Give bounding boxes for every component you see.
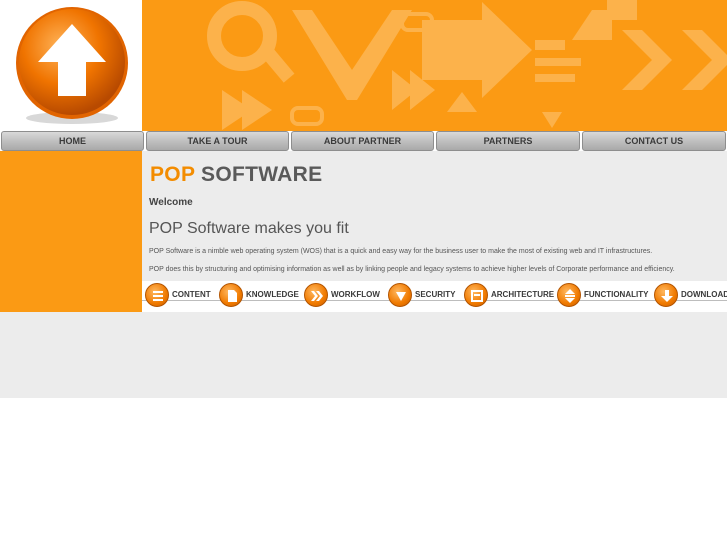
list-icon [145, 283, 169, 307]
nav-home[interactable]: HOME [1, 131, 144, 151]
main-nav: HOME TAKE A TOUR ABOUT PARTNER PARTNERS … [0, 131, 727, 151]
brand-pop: POP [150, 163, 195, 186]
banner-graphics [207, 0, 727, 130]
shield-icon [388, 283, 412, 307]
welcome-heading: Welcome [149, 197, 193, 208]
link-security-label: SECURITY [415, 290, 456, 299]
document-icon [219, 283, 243, 307]
footer-band [0, 312, 727, 398]
link-downloads-label: DOWNLOADS [681, 290, 727, 299]
feature-links: CONTENT KNOWLEDGE WORKFLOW SECURITY ARCH… [142, 281, 727, 312]
link-workflow-label: WORKFLOW [331, 290, 380, 299]
nav-about-partner[interactable]: ABOUT PARTNER [291, 131, 434, 151]
header-banner [142, 0, 727, 131]
brand-title: POP SOFTWARE [150, 163, 322, 187]
link-architecture-label: ARCHITECTURE [491, 290, 555, 299]
up-down-arrows-icon [557, 283, 581, 307]
up-arrow-icon[interactable] [0, 0, 142, 131]
intro-paragraph: POP Software is a nimble web operating s… [149, 248, 653, 255]
nav-contact-us[interactable]: CONTACT US [582, 131, 726, 151]
download-arrow-icon [654, 283, 678, 307]
nav-take-a-tour[interactable]: TAKE A TOUR [146, 131, 289, 151]
box-icon [464, 283, 488, 307]
link-content-label: CONTENT [172, 290, 211, 299]
main-content: POP SOFTWARE Welcome POP Software makes … [142, 151, 727, 281]
link-functionality-label: FUNCTIONALITY [584, 290, 649, 299]
logo-area [0, 0, 142, 131]
description-paragraph: POP does this by structuring and optimis… [149, 266, 675, 273]
brand-software: SOFTWARE [201, 163, 323, 186]
page-headline: POP Software makes you fit [149, 220, 349, 237]
link-knowledge-label: KNOWLEDGE [246, 290, 299, 299]
nav-partners[interactable]: PARTNERS [436, 131, 580, 151]
left-panel [0, 151, 142, 312]
double-chevron-icon [304, 283, 328, 307]
